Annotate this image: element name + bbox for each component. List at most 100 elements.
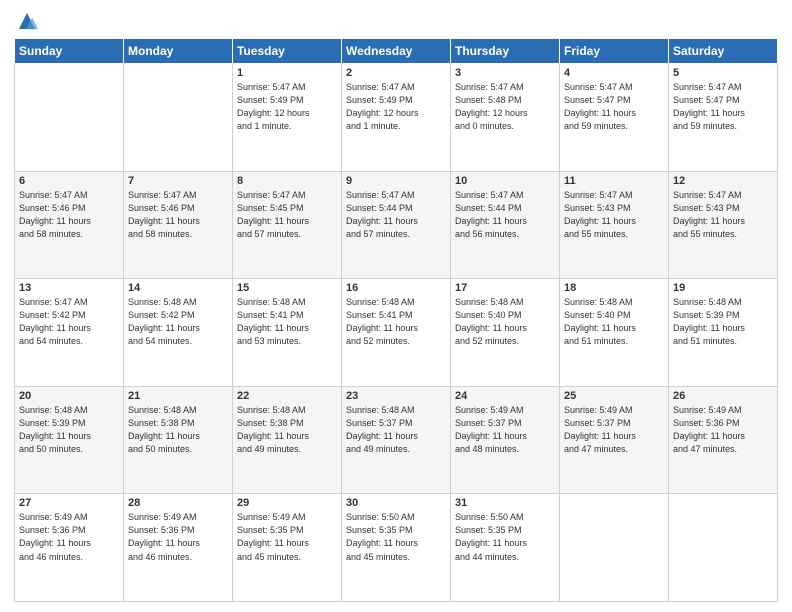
day-number: 24 (455, 390, 555, 402)
calendar-cell: 18 Sunrise: 5:48 AM Sunset: 5:40 PM Dayli… (560, 279, 669, 387)
weekday-header: Sunday (15, 39, 124, 64)
day-number: 6 (19, 175, 119, 187)
day-info: Sunrise: 5:47 AM Sunset: 5:45 PM Dayligh… (237, 189, 337, 241)
calendar-cell: 24 Sunrise: 5:49 AM Sunset: 5:37 PM Dayli… (451, 386, 560, 494)
day-info: Sunrise: 5:48 AM Sunset: 5:39 PM Dayligh… (673, 296, 773, 348)
day-info: Sunrise: 5:47 AM Sunset: 5:43 PM Dayligh… (673, 189, 773, 241)
calendar-cell: 8 Sunrise: 5:47 AM Sunset: 5:45 PM Daylig… (233, 171, 342, 279)
day-info: Sunrise: 5:48 AM Sunset: 5:37 PM Dayligh… (346, 404, 446, 456)
day-number: 13 (19, 282, 119, 294)
day-number: 28 (128, 497, 228, 509)
calendar-cell: 12 Sunrise: 5:47 AM Sunset: 5:43 PM Dayli… (669, 171, 778, 279)
day-info: Sunrise: 5:47 AM Sunset: 5:47 PM Dayligh… (564, 81, 664, 133)
calendar-week-row: 1Sunrise: 5:47 AM Sunset: 5:49 PM Daylig… (15, 64, 778, 172)
day-number: 5 (673, 67, 773, 79)
day-info: Sunrise: 5:48 AM Sunset: 5:40 PM Dayligh… (564, 296, 664, 348)
calendar-cell: 17Sunrise: 5:48 AM Sunset: 5:40 PM Dayli… (451, 279, 560, 387)
day-info: Sunrise: 5:49 AM Sunset: 5:37 PM Dayligh… (564, 404, 664, 456)
day-info: Sunrise: 5:50 AM Sunset: 5:35 PM Dayligh… (346, 511, 446, 563)
day-number: 12 (673, 175, 773, 187)
day-info: Sunrise: 5:48 AM Sunset: 5:42 PM Dayligh… (128, 296, 228, 348)
calendar-header-row: SundayMondayTuesdayWednesdayThursdayFrid… (15, 39, 778, 64)
day-info: Sunrise: 5:47 AM Sunset: 5:49 PM Dayligh… (237, 81, 337, 133)
calendar-cell (15, 64, 124, 172)
day-info: Sunrise: 5:48 AM Sunset: 5:38 PM Dayligh… (237, 404, 337, 456)
day-info: Sunrise: 5:50 AM Sunset: 5:35 PM Dayligh… (455, 511, 555, 563)
calendar-week-row: 6 Sunrise: 5:47 AM Sunset: 5:46 PM Daylig… (15, 171, 778, 279)
calendar-cell: 16Sunrise: 5:48 AM Sunset: 5:41 PM Dayli… (342, 279, 451, 387)
calendar-cell: 27Sunrise: 5:49 AM Sunset: 5:36 PM Dayli… (15, 494, 124, 602)
day-number: 31 (455, 497, 555, 509)
day-number: 25 (564, 390, 664, 402)
day-number: 15 (237, 282, 337, 294)
weekday-header: Wednesday (342, 39, 451, 64)
day-info: Sunrise: 5:47 AM Sunset: 5:46 PM Dayligh… (19, 189, 119, 241)
day-number: 21 (128, 390, 228, 402)
day-number: 23 (346, 390, 446, 402)
day-number: 20 (19, 390, 119, 402)
day-number: 30 (346, 497, 446, 509)
calendar-cell: 7 Sunrise: 5:47 AM Sunset: 5:46 PM Daylig… (124, 171, 233, 279)
calendar-cell: 3 Sunrise: 5:47 AM Sunset: 5:48 PM Daylig… (451, 64, 560, 172)
day-number: 27 (19, 497, 119, 509)
day-info: Sunrise: 5:47 AM Sunset: 5:44 PM Dayligh… (346, 189, 446, 241)
weekday-header: Saturday (669, 39, 778, 64)
calendar-cell: 1Sunrise: 5:47 AM Sunset: 5:49 PM Daylig… (233, 64, 342, 172)
calendar-cell: 13 Sunrise: 5:47 AM Sunset: 5:42 PM Dayli… (15, 279, 124, 387)
day-info: Sunrise: 5:47 AM Sunset: 5:43 PM Dayligh… (564, 189, 664, 241)
calendar-cell: 6 Sunrise: 5:47 AM Sunset: 5:46 PM Daylig… (15, 171, 124, 279)
day-info: Sunrise: 5:49 AM Sunset: 5:36 PM Dayligh… (128, 511, 228, 563)
day-info: Sunrise: 5:49 AM Sunset: 5:36 PM Dayligh… (673, 404, 773, 456)
calendar-week-row: 27 Sunrise: 5:49 AM Sunset: 5:36 PM Dayli… (15, 494, 778, 602)
calendar-cell: 5 Sunrise: 5:47 AM Sunset: 5:47 PM Daylig… (669, 64, 778, 172)
calendar-cell: 21Sunrise: 5:48 AM Sunset: 5:38 PM Dayli… (124, 386, 233, 494)
day-info: Sunrise: 5:47 AM Sunset: 5:48 PM Dayligh… (455, 81, 555, 133)
day-number: 11 (564, 175, 664, 187)
calendar-cell: 2 Sunrise: 5:47 AM Sunset: 5:49 PM Daylig… (342, 64, 451, 172)
day-info: Sunrise: 5:47 AM Sunset: 5:46 PM Dayligh… (128, 189, 228, 241)
day-info: Sunrise: 5:47 AM Sunset: 5:44 PM Dayligh… (455, 189, 555, 241)
day-number: 29 (237, 497, 337, 509)
calendar-week-row: 20 Sunrise: 5:48 AM Sunset: 5:39 PM Dayli… (15, 386, 778, 494)
calendar-cell: 9 Sunrise: 5:47 AM Sunset: 5:44 PM Daylig… (342, 171, 451, 279)
calendar-cell (560, 494, 669, 602)
calendar-cell: 25 Sunrise: 5:49 AM Sunset: 5:37 PM Dayli… (560, 386, 669, 494)
day-info: Sunrise: 5:49 AM Sunset: 5:37 PM Dayligh… (455, 404, 555, 456)
day-number: 19 (673, 282, 773, 294)
day-number: 2 (346, 67, 446, 79)
calendar-cell: 31 Sunrise: 5:50 AM Sunset: 5:35 PM Dayli… (451, 494, 560, 602)
day-number: 8 (237, 175, 337, 187)
calendar-cell: 10 Sunrise: 5:47 AM Sunset: 5:44 PM Dayli… (451, 171, 560, 279)
day-info: Sunrise: 5:48 AM Sunset: 5:39 PM Dayligh… (19, 404, 119, 456)
day-info: Sunrise: 5:47 AM Sunset: 5:49 PM Dayligh… (346, 81, 446, 133)
logo-icon (16, 10, 38, 32)
calendar-cell: 30 Sunrise: 5:50 AM Sunset: 5:35 PM Dayli… (342, 494, 451, 602)
day-number: 22 (237, 390, 337, 402)
day-number: 3 (455, 67, 555, 79)
calendar-cell: 14 Sunrise: 5:48 AM Sunset: 5:42 PM Dayli… (124, 279, 233, 387)
day-info: Sunrise: 5:47 AM Sunset: 5:42 PM Dayligh… (19, 296, 119, 348)
day-number: 7 (128, 175, 228, 187)
calendar-cell (669, 494, 778, 602)
weekday-header: Monday (124, 39, 233, 64)
day-number: 4 (564, 67, 664, 79)
day-number: 17 (455, 282, 555, 294)
day-number: 26 (673, 390, 773, 402)
calendar-cell: 22 Sunrise: 5:48 AM Sunset: 5:38 PM Dayli… (233, 386, 342, 494)
weekday-header: Tuesday (233, 39, 342, 64)
calendar-cell: 4 Sunrise: 5:47 AM Sunset: 5:47 PM Daylig… (560, 64, 669, 172)
weekday-header: Friday (560, 39, 669, 64)
header (14, 10, 778, 32)
day-number: 10 (455, 175, 555, 187)
calendar-cell: 20 Sunrise: 5:48 AM Sunset: 5:39 PM Dayli… (15, 386, 124, 494)
day-info: Sunrise: 5:48 AM Sunset: 5:41 PM Dayligh… (346, 296, 446, 348)
day-number: 18 (564, 282, 664, 294)
day-number: 9 (346, 175, 446, 187)
day-info: Sunrise: 5:48 AM Sunset: 5:41 PM Dayligh… (237, 296, 337, 348)
page: SundayMondayTuesdayWednesdayThursdayFrid… (0, 0, 792, 612)
day-number: 14 (128, 282, 228, 294)
day-info: Sunrise: 5:47 AM Sunset: 5:47 PM Dayligh… (673, 81, 773, 133)
calendar-week-row: 13 Sunrise: 5:47 AM Sunset: 5:42 PM Dayli… (15, 279, 778, 387)
logo (14, 10, 38, 32)
calendar-cell: 29Sunrise: 5:49 AM Sunset: 5:35 PM Dayli… (233, 494, 342, 602)
